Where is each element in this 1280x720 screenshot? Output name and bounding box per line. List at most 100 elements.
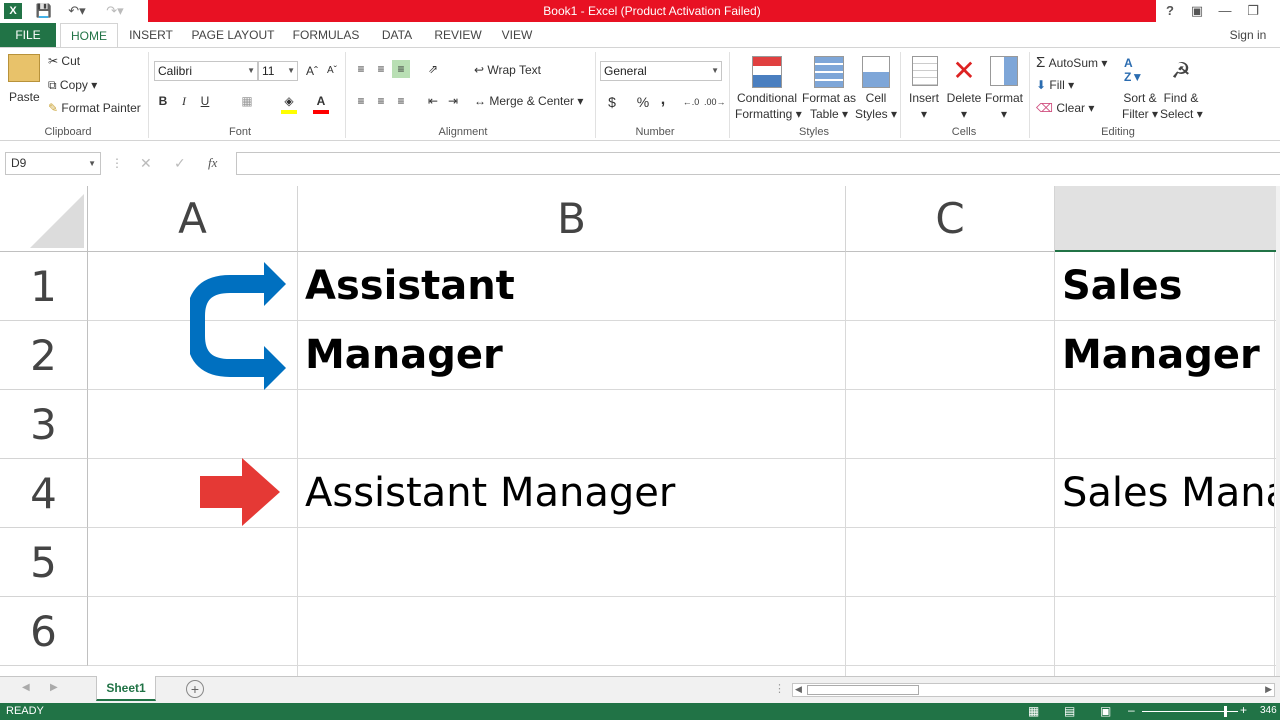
format-cells-icon[interactable]	[990, 56, 1018, 86]
formula-input[interactable]	[236, 152, 1280, 175]
name-box[interactable]: D9 ▼	[5, 152, 101, 175]
binoculars-icon[interactable]: ☭	[1166, 56, 1196, 86]
help-icon[interactable]: ?	[1162, 2, 1178, 20]
fill-button[interactable]: ⬇ Fill ▾	[1036, 78, 1074, 92]
restore-icon[interactable]: ❐	[1244, 2, 1262, 20]
row-header-2[interactable]: 2	[0, 321, 88, 390]
italic-button[interactable]: I	[175, 92, 193, 110]
column-header-a[interactable]: A	[88, 186, 298, 252]
autosum-button[interactable]: Σ AutoSum ▾	[1036, 54, 1107, 71]
number-format-select[interactable]: General ▼	[600, 61, 722, 81]
comma-button[interactable]: ,	[654, 91, 672, 109]
normal-view-icon[interactable]: ▦	[1028, 704, 1039, 718]
align-middle-icon[interactable]: ≡	[372, 60, 390, 78]
decrease-indent-icon[interactable]: ⇤	[424, 92, 442, 110]
format-button[interactable]: Format ▾	[984, 90, 1024, 122]
increase-indent-icon[interactable]: ⇥	[444, 92, 462, 110]
decrease-decimal-icon[interactable]: .00→	[704, 93, 726, 111]
font-size-select[interactable]: 11 ▼	[258, 61, 298, 81]
conditional-formatting-icon[interactable]	[752, 56, 782, 88]
column-header-d[interactable]	[1055, 186, 1280, 252]
tab-insert[interactable]: INSERT	[126, 23, 176, 47]
insert-cells-icon[interactable]	[912, 56, 938, 86]
cell-d1[interactable]: Sales	[1062, 263, 1182, 309]
splitter-icon[interactable]: ⋮	[774, 682, 785, 695]
cell-b1[interactable]: Assistant	[305, 263, 515, 309]
tab-view[interactable]: VIEW	[496, 23, 538, 47]
align-center-icon[interactable]: ≡	[372, 92, 390, 110]
cell-d2[interactable]: Manager	[1062, 332, 1260, 378]
clear-button[interactable]: ⌫ Clear ▾	[1036, 101, 1094, 115]
row-header-5[interactable]: 5	[0, 528, 88, 597]
format-as-table-icon[interactable]	[814, 56, 844, 88]
delete-button[interactable]: Delete ▾	[944, 90, 984, 122]
align-bottom-icon[interactable]: ≡	[392, 60, 410, 78]
enter-icon[interactable]: ✓	[174, 155, 186, 172]
zoom-out-icon[interactable]: –	[1128, 703, 1135, 717]
scroll-left-arrow-icon[interactable]: ◀	[795, 684, 802, 695]
row-header-4[interactable]: 4	[0, 459, 88, 528]
scroll-left-icon[interactable]: ◀	[22, 682, 30, 693]
redo-icon[interactable]: ↷▾	[100, 2, 130, 20]
merge-center-button[interactable]: ↔ Merge & Center ▾	[474, 94, 583, 108]
select-all-corner[interactable]	[0, 186, 88, 252]
zoom-slider-thumb[interactable]	[1224, 706, 1227, 717]
tab-file[interactable]: FILE	[0, 23, 56, 47]
cut-button[interactable]: ✂ Cut	[48, 54, 80, 68]
horizontal-scrollbar[interactable]: ◀ ▶	[792, 683, 1275, 697]
currency-button[interactable]: $	[603, 93, 621, 111]
cell-b2[interactable]: Manager	[305, 332, 503, 378]
cell-d4[interactable]: Sales Mana	[1062, 470, 1274, 516]
paste-icon[interactable]	[8, 54, 40, 82]
cell-b4[interactable]: Assistant Manager	[305, 470, 675, 516]
increase-decimal-icon[interactable]: ←.0	[682, 93, 700, 111]
wrap-text-button[interactable]: ↩ Wrap Text	[474, 63, 541, 77]
page-layout-view-icon[interactable]: ▤	[1064, 704, 1075, 718]
underline-button[interactable]: U	[196, 92, 214, 110]
orientation-icon[interactable]: ⇗	[424, 60, 442, 78]
sort-filter-button[interactable]: Sort & Filter ▾	[1120, 90, 1160, 122]
page-break-view-icon[interactable]: ▣	[1100, 704, 1111, 718]
tab-formulas[interactable]: FORMULAS	[290, 23, 362, 47]
sort-filter-icon[interactable]: A Z▼	[1124, 56, 1154, 86]
tab-home[interactable]: HOME	[60, 23, 118, 47]
undo-icon[interactable]: ↶▾	[62, 2, 92, 20]
align-top-icon[interactable]: ≡	[352, 60, 370, 78]
align-right-icon[interactable]: ≡	[392, 92, 410, 110]
ribbon-display-icon[interactable]: ▣	[1188, 2, 1206, 20]
borders-icon[interactable]: ▦	[238, 92, 256, 110]
tab-data[interactable]: DATA	[374, 23, 420, 47]
font-name-select[interactable]: Calibri ▼	[154, 61, 258, 81]
zoom-level[interactable]: 346	[1260, 705, 1280, 716]
save-icon[interactable]: 💾	[34, 2, 54, 20]
font-color-icon[interactable]: A	[312, 92, 330, 110]
percent-button[interactable]: %	[634, 93, 652, 111]
scroll-right-icon[interactable]: ▶	[50, 682, 58, 693]
row-header-1[interactable]: 1	[0, 252, 88, 321]
row-header-6[interactable]: 6	[0, 597, 88, 666]
cancel-icon[interactable]: ✕	[140, 155, 152, 172]
column-header-b[interactable]: B	[298, 186, 846, 252]
cell-styles-button[interactable]: Cell Styles ▾	[854, 90, 898, 122]
delete-cells-icon[interactable]: ✕	[950, 56, 978, 86]
cell-styles-icon[interactable]	[862, 56, 890, 88]
scrollbar-thumb[interactable]	[807, 685, 919, 695]
new-sheet-icon[interactable]: +	[186, 680, 204, 698]
row-header-3[interactable]: 3	[0, 390, 88, 459]
conditional-formatting-button[interactable]: Conditional Formatting ▾	[735, 90, 802, 122]
tab-review[interactable]: REVIEW	[432, 23, 484, 47]
zoom-in-icon[interactable]: +	[1240, 703, 1247, 717]
tab-page-layout[interactable]: PAGE LAYOUT	[188, 23, 278, 47]
column-header-c[interactable]: C	[846, 186, 1055, 252]
vertical-scrollbar[interactable]	[1276, 186, 1280, 676]
fill-color-icon[interactable]: ◈	[280, 92, 298, 110]
insert-function-button[interactable]: fx	[208, 155, 217, 171]
sheet-tab-sheet1[interactable]: Sheet1	[96, 676, 156, 701]
paste-button[interactable]: Paste	[9, 90, 40, 104]
shrink-font-icon[interactable]: Aˇ	[323, 62, 341, 80]
minimize-icon[interactable]: —	[1216, 2, 1234, 20]
copy-button[interactable]: ⧉ Copy ▾	[48, 78, 97, 93]
format-as-table-button[interactable]: Format as Table ▾	[802, 90, 856, 122]
grow-font-icon[interactable]: Aˆ	[303, 62, 321, 80]
format-painter-button[interactable]: ✎ Format Painter	[48, 101, 141, 115]
